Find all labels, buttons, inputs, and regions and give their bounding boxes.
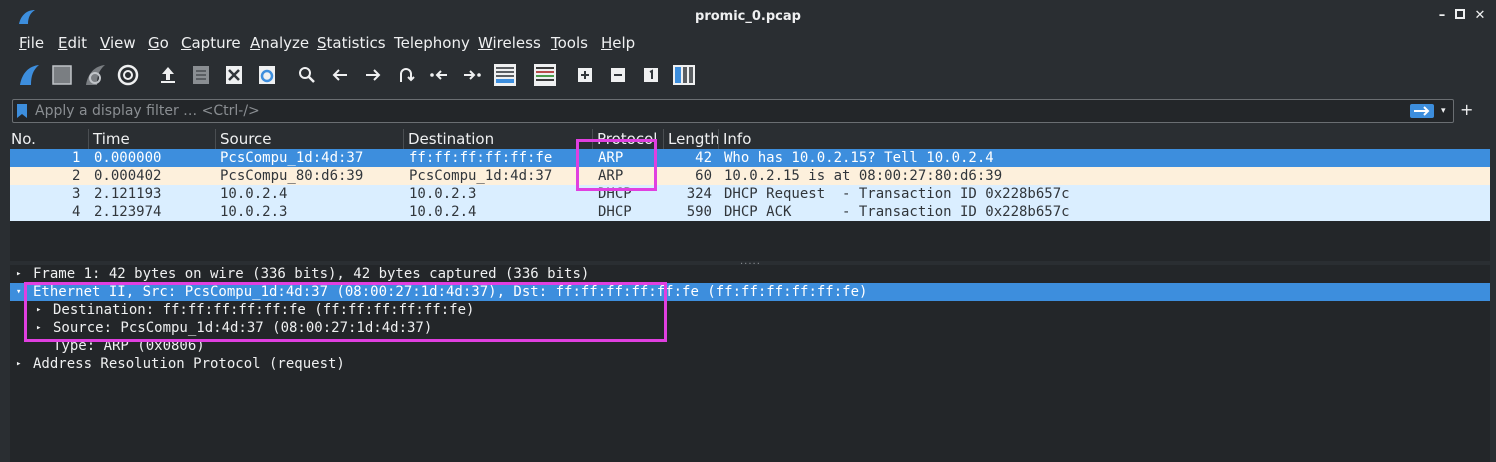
zoom-in-icon[interactable]: [572, 62, 598, 88]
close-icon[interactable]: ✕: [1472, 8, 1488, 24]
menu-edit[interactable]: Edit: [58, 34, 87, 52]
display-filter-bar: ▾: [12, 99, 1454, 123]
zoom-out-icon[interactable]: [605, 62, 631, 88]
column-time[interactable]: Time: [93, 130, 130, 148]
packet-row[interactable]: 1 0.000000 PcsCompu_1d:4d:37 ff:ff:ff:ff…: [10, 149, 1490, 167]
column-length[interactable]: Length: [668, 130, 720, 148]
packet-length: 590: [686, 204, 712, 220]
packet-list: 1 0.000000 PcsCompu_1d:4d:37 ff:ff:ff:ff…: [10, 149, 1490, 261]
stop-capture-icon[interactable]: [49, 62, 75, 88]
column-destination[interactable]: Destination: [408, 130, 494, 148]
highlight-box-protocol: [576, 139, 657, 191]
packet-info: 10.0.2.15 is at 08:00:27:80:d6:39: [724, 168, 1003, 184]
go-to-packet-icon[interactable]: [393, 62, 419, 88]
save-file-icon[interactable]: [188, 62, 214, 88]
restart-capture-icon[interactable]: [82, 62, 108, 88]
capture-options-icon[interactable]: [115, 62, 141, 88]
packet-row[interactable]: 2 0.000402 PcsCompu_80:d6:39 PcsCompu_1d…: [10, 167, 1490, 185]
highlight-box-addresses: [24, 282, 667, 342]
packet-destination: PcsCompu_1d:4d:37: [409, 168, 553, 184]
collapse-arrow-icon[interactable]: ▾: [16, 283, 21, 301]
display-filter-input[interactable]: [35, 100, 1385, 122]
find-packet-icon[interactable]: [294, 62, 320, 88]
packet-source: 10.0.2.4: [220, 186, 288, 202]
packet-info: DHCP Request - Transaction ID 0x228b657c: [724, 186, 1070, 202]
packet-list-header: No. Time Source Destination Protocol Len…: [10, 129, 1490, 149]
packet-info: Who has 10.0.2.15? Tell 10.0.2.4: [724, 150, 994, 166]
window-title: promic_0.pcap: [695, 9, 801, 24]
packet-source: 10.0.2.3: [220, 204, 288, 220]
packet-time: 2.121193: [94, 186, 162, 202]
colorize-icon[interactable]: [532, 62, 558, 88]
menu-file[interactable]: File: [19, 34, 44, 52]
expand-arrow-icon[interactable]: ▸: [16, 265, 21, 283]
menu-tools[interactable]: Tools: [551, 34, 588, 52]
menu-wireless[interactable]: Wireless: [478, 34, 541, 52]
packet-no: 1: [72, 150, 81, 166]
packet-length: 324: [686, 186, 712, 202]
menu-telephony[interactable]: Telephony: [394, 34, 470, 52]
maximize-icon[interactable]: [1452, 8, 1468, 24]
packet-source: PcsCompu_80:d6:39: [220, 168, 364, 184]
column-source[interactable]: Source: [220, 130, 272, 148]
filter-bookmark-icon[interactable]: [16, 103, 28, 119]
packet-no: 3: [72, 186, 81, 202]
menu-view[interactable]: View: [100, 34, 136, 52]
open-file-icon[interactable]: [155, 62, 181, 88]
packet-protocol: DHCP: [598, 204, 632, 220]
auto-scroll-icon[interactable]: [492, 62, 518, 88]
resize-columns-icon[interactable]: [671, 62, 697, 88]
go-last-packet-icon[interactable]: [459, 62, 485, 88]
packet-length: 42: [695, 150, 712, 166]
close-file-icon[interactable]: [221, 62, 247, 88]
packet-no: 4: [72, 204, 81, 220]
menu-analyze[interactable]: Analyze: [250, 34, 309, 52]
title-bar: promic_0.pcap – ✕: [0, 0, 1496, 34]
menu-go[interactable]: Go: [148, 34, 169, 52]
column-no[interactable]: No.: [11, 130, 36, 148]
go-first-packet-icon[interactable]: [426, 62, 452, 88]
packet-time: 0.000000: [94, 150, 162, 166]
menu-bar: File Edit View Go Capture Analyze Statis…: [0, 34, 1496, 56]
go-forward-icon[interactable]: [360, 62, 386, 88]
menu-capture[interactable]: Capture: [181, 34, 241, 52]
expand-arrow-icon[interactable]: ▸: [16, 355, 21, 373]
packet-row[interactable]: 4 2.123974 10.0.2.3 10.0.2.4 DHCP 590 DH…: [10, 203, 1490, 221]
packet-source: PcsCompu_1d:4d:37: [220, 150, 364, 166]
packet-no: 2: [72, 168, 81, 184]
packet-destination: 10.0.2.4: [409, 204, 477, 220]
menu-statistics[interactable]: Statistics: [317, 34, 386, 52]
add-filter-button-icon[interactable]: +: [1460, 100, 1473, 119]
reload-file-icon[interactable]: [254, 62, 280, 88]
packet-info: DHCP ACK - Transaction ID 0x228b657c: [724, 204, 1070, 220]
packet-time: 0.000402: [94, 168, 162, 184]
column-info[interactable]: Info: [723, 130, 751, 148]
packet-time: 2.123974: [94, 204, 162, 220]
filter-dropdown-icon[interactable]: ▾: [1441, 106, 1451, 116]
packet-length: 60: [695, 168, 712, 184]
tree-item-label: Frame 1: 42 bytes on wire (336 bits), 42…: [33, 266, 590, 282]
minimize-icon[interactable]: –: [1434, 8, 1450, 24]
tree-item-arp[interactable]: ▸ Address Resolution Protocol (request): [10, 355, 1490, 373]
tree-item-label: Address Resolution Protocol (request): [33, 356, 345, 372]
menu-help[interactable]: Help: [601, 34, 635, 52]
packet-row[interactable]: 3 2.121193 10.0.2.4 10.0.2.3 DHCP 324 DH…: [10, 185, 1490, 203]
main-toolbar: [0, 58, 1496, 92]
packet-destination: ff:ff:ff:ff:ff:fe: [409, 150, 553, 166]
tree-item-frame[interactable]: ▸ Frame 1: 42 bytes on wire (336 bits), …: [10, 265, 1490, 283]
packet-destination: 10.0.2.3: [409, 186, 477, 202]
apply-filter-arrow-icon[interactable]: [1410, 104, 1434, 118]
go-back-icon[interactable]: [327, 62, 353, 88]
normal-size-icon[interactable]: [638, 62, 664, 88]
start-capture-icon[interactable]: [16, 62, 42, 88]
